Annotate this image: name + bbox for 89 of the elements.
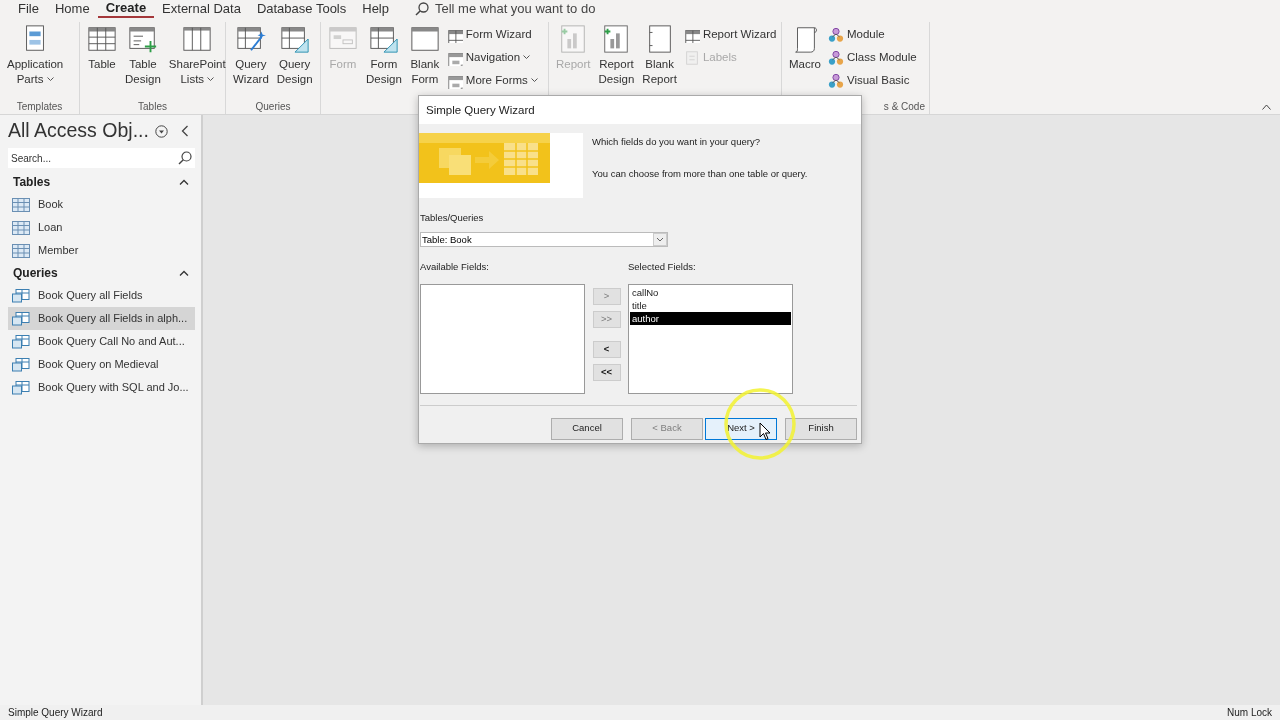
ribbon-tab[interactable]: File [10, 0, 47, 18]
nav-item[interactable]: Member [8, 239, 195, 262]
ribbon-button[interactable]: Report Design [595, 22, 638, 89]
chevron-down-icon [653, 233, 667, 247]
question-text: Which fields do you want in your query? [592, 135, 761, 149]
chevron-left-icon[interactable] [180, 125, 189, 137]
ribbon-button[interactable]: Module [825, 24, 919, 45]
ribbon-tab[interactable]: Database Tools [248, 0, 355, 18]
field-list[interactable]: callNo title author [628, 283, 793, 394]
group-header[interactable]: Queries [8, 262, 195, 284]
search-icon [415, 2, 429, 16]
ribbon-button[interactable]: Navigation [444, 47, 540, 68]
query-icon [12, 288, 30, 303]
ribbon-button[interactable]: Blank Form [406, 22, 443, 89]
pane-title: All Access Obj... [8, 118, 149, 144]
list-item[interactable]: author [630, 311, 791, 325]
ribbon-button[interactable]: Query Design [273, 22, 316, 89]
design-icon [368, 24, 399, 54]
ribbon-tab[interactable]: Help [354, 0, 397, 18]
ribbon-button[interactable]: Form Wizard [444, 24, 540, 45]
design-icon [279, 24, 310, 54]
move-button[interactable]: << [592, 363, 621, 381]
chevron-up-icon [179, 179, 189, 185]
chevron-down-icon [530, 78, 538, 83]
query-icon [12, 357, 30, 372]
nav-item[interactable]: Book Query with SQL and Jo... [8, 376, 195, 399]
collapse-icon [1262, 104, 1271, 110]
list-item[interactable]: title [630, 298, 791, 312]
ribbon-tab[interactable]: Home [46, 0, 98, 18]
ribbon-button[interactable]: Query Wizard [230, 22, 272, 89]
field-label: Selected Fields: [628, 260, 696, 275]
ribbon-button[interactable]: SharePoint Lists [165, 22, 229, 89]
search-field[interactable]: Search... [8, 148, 195, 168]
ribbon-button[interactable]: Table Design [122, 22, 164, 89]
dialog-title: Simple Query Wizard [419, 96, 861, 124]
table-icon [12, 243, 30, 258]
group-label: Tables [138, 101, 167, 112]
nav-item[interactable]: Book Query all Fields [8, 284, 195, 307]
dialog-button[interactable]: Finish [785, 417, 857, 440]
field-label: Available Fields: [420, 260, 490, 275]
chevron-down-icon [46, 77, 54, 83]
ribbon-button[interactable]: Form Design [363, 22, 405, 89]
query-icon [12, 311, 30, 326]
table-design-icon [127, 24, 158, 54]
query-icon [12, 334, 30, 349]
group-header[interactable]: Tables [8, 171, 195, 193]
status-text: Simple Query Wizard [8, 706, 103, 720]
query-icon [12, 380, 30, 395]
wizard-icon [235, 24, 266, 54]
search-icon [178, 151, 192, 165]
ribbon-button[interactable]: Report Wizard [681, 24, 779, 45]
nav-item[interactable]: Book Query on Medieval [8, 353, 195, 376]
ribbon-button[interactable]: Blank Report [639, 22, 680, 89]
nav-item[interactable]: Book Query all Fields in alph... [8, 307, 195, 330]
chevron-up-icon [179, 270, 189, 276]
ribbon-button[interactable]: Table [84, 22, 120, 74]
chevron-down-icon [523, 55, 531, 60]
group-label: Templates [16, 101, 63, 112]
module-icon [827, 49, 844, 66]
source-dropdown[interactable]: Table: Book [420, 232, 668, 248]
cursor-icon [759, 422, 771, 441]
ribbon-tab[interactable]: External Data [154, 0, 249, 18]
hint-text: You can choose from more than one table or query. [592, 167, 808, 182]
dialog-button[interactable]: Cancel [551, 417, 623, 440]
tell-me-field[interactable]: Tell me what you want to do [435, 0, 635, 19]
module-icon [827, 26, 844, 43]
list-item[interactable]: callNo [630, 285, 791, 299]
group-label: Queries [255, 101, 291, 112]
list-icon [182, 24, 213, 54]
chevron-down-icon [207, 77, 215, 83]
ribbon-button[interactable]: Class Module [825, 47, 919, 68]
nav-item[interactable]: Book [8, 193, 195, 216]
status-indicator: Num Lock [1227, 706, 1272, 720]
field-list[interactable] [420, 283, 585, 394]
table-icon [12, 197, 30, 212]
field-label: Tables/Queries [420, 211, 484, 225]
dropdown-icon[interactable] [154, 124, 168, 138]
nav-item[interactable]: Loan [8, 216, 195, 239]
table-icon [87, 24, 117, 54]
move-button[interactable]: < [592, 340, 621, 358]
table-icon [12, 220, 30, 235]
nav-item[interactable]: Book Query Call No and Aut... [8, 330, 195, 353]
group-label: s & Code [883, 101, 925, 112]
ribbon-button[interactable]: Visual Basic [825, 70, 919, 91]
module-icon [827, 72, 844, 89]
blank-form-icon [409, 24, 440, 54]
ribbon-button[interactable]: Macro [786, 22, 824, 74]
label-icon [683, 49, 700, 66]
ribbon-button[interactable]: Application Parts [4, 22, 67, 89]
